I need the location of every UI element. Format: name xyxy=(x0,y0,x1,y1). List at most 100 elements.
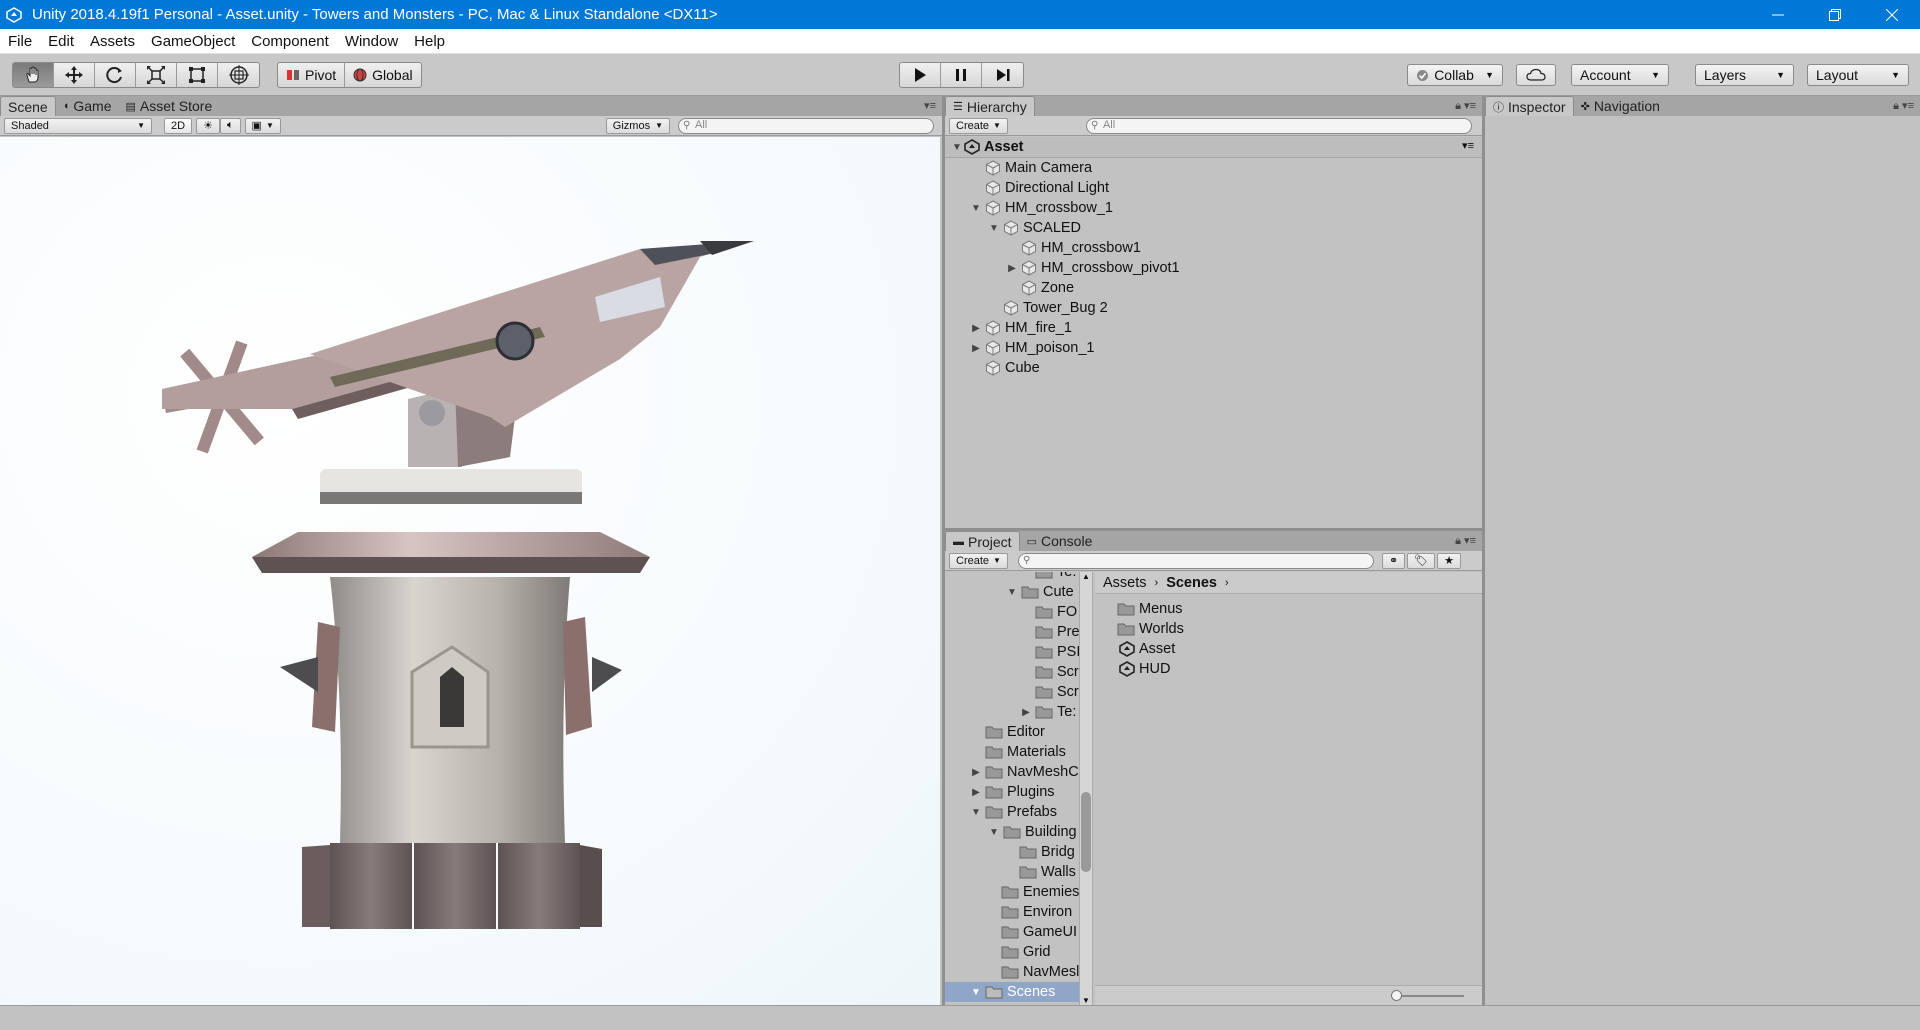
menu-edit[interactable]: Edit xyxy=(40,33,82,50)
tab-hierarchy[interactable]: ☰ Hierarchy xyxy=(945,96,1035,116)
hierarchy-item[interactable]: Cube xyxy=(985,358,1040,378)
lighting-toggle[interactable]: ☀ xyxy=(196,117,220,134)
panel-menu-icon[interactable]: ▾≡ xyxy=(924,99,936,112)
hierarchy-item[interactable]: ▼ SCALED xyxy=(985,218,1081,238)
lock-icon[interactable]: 🔒︎ ▾≡ xyxy=(1455,99,1476,113)
asset-item[interactable]: HUD xyxy=(1119,659,1170,679)
folder-tree-item-selected[interactable]: ▼ Scenes xyxy=(945,982,1079,1002)
expanded-arrow-icon[interactable]: ▼ xyxy=(967,807,985,818)
menu-component[interactable]: Component xyxy=(243,33,337,50)
folder-tree-item[interactable]: Editor xyxy=(985,722,1045,742)
close-button[interactable] xyxy=(1863,0,1920,29)
folder-tree-item[interactable]: Bridg xyxy=(1019,842,1075,862)
folder-tree-item[interactable]: ▼ Prefabs xyxy=(967,802,1057,822)
folder-tree-item[interactable]: ▶ Plugins xyxy=(967,782,1054,802)
scene-search-input[interactable]: ⚲ All xyxy=(678,117,934,134)
hierarchy-item[interactable]: Main Camera xyxy=(985,158,1092,178)
asset-item[interactable]: Worlds xyxy=(1117,619,1184,639)
folder-tree-scrollbar[interactable]: ▲ ▼ xyxy=(1079,572,1093,1005)
restore-button[interactable] xyxy=(1806,0,1863,29)
folder-tree-item[interactable]: NavMesl xyxy=(1001,962,1079,982)
scroll-up-icon[interactable]: ▲ xyxy=(1082,572,1090,581)
gizmos-dropdown[interactable]: Gizmos ▼ xyxy=(605,117,670,134)
rect-tool-button[interactable] xyxy=(177,63,218,87)
filter-by-type-button[interactable]: ⚭ xyxy=(1381,552,1406,569)
tab-console[interactable]: ▭ Console xyxy=(1020,531,1100,551)
folder-tree-item[interactable]: Materials xyxy=(985,742,1066,762)
tab-game[interactable]: ◖ Game xyxy=(56,96,119,116)
asset-item[interactable]: Asset xyxy=(1119,639,1175,659)
scene-menu-icon[interactable]: ▾≡ xyxy=(1462,139,1474,152)
collapsed-arrow-icon[interactable]: ▶ xyxy=(1017,707,1035,718)
expanded-arrow-icon[interactable]: ▼ xyxy=(967,203,985,214)
favorites-button[interactable]: ★ xyxy=(1437,552,1462,569)
tab-inspector[interactable]: ⓘ Inspector xyxy=(1485,96,1574,116)
hierarchy-item[interactable]: Zone xyxy=(1021,278,1074,298)
expanded-arrow-icon[interactable]: ▼ xyxy=(985,827,1003,838)
transform-tool-button[interactable] xyxy=(218,63,259,87)
icon-size-slider[interactable] xyxy=(1396,995,1464,997)
folder-tree-item[interactable]: ▶ NavMeshC xyxy=(967,762,1079,782)
folder-tree-item[interactable]: Enemies xyxy=(1001,882,1079,902)
global-button[interactable]: Global xyxy=(345,63,420,87)
hand-tool-button[interactable] xyxy=(13,63,54,87)
folder-tree-item[interactable]: Grid xyxy=(1001,942,1050,962)
tab-navigation[interactable]: ✜ Navigation xyxy=(1574,96,1667,116)
pivot-button[interactable]: Pivot xyxy=(278,63,346,87)
folder-tree-item[interactable]: Environ xyxy=(1001,902,1072,922)
scrollbar-thumb[interactable] xyxy=(1081,792,1091,872)
expanded-arrow-icon[interactable]: ▼ xyxy=(1003,587,1021,598)
folder-tree-item[interactable]: Scr xyxy=(1035,662,1079,682)
expanded-arrow-icon[interactable]: ▼ xyxy=(950,142,964,153)
folder-tree-item[interactable]: GameUI xyxy=(1001,922,1077,942)
scene-viewport[interactable] xyxy=(0,137,940,1005)
step-button[interactable] xyxy=(982,63,1023,87)
menu-gameobject[interactable]: GameObject xyxy=(143,33,243,50)
folder-tree-item[interactable]: FO xyxy=(1035,602,1077,622)
project-create-dropdown[interactable]: Create ▼ xyxy=(949,552,1008,569)
scroll-down-icon[interactable]: ▼ xyxy=(1082,996,1090,1005)
breadcrumb-assets[interactable]: Assets xyxy=(1103,575,1147,591)
tab-project[interactable]: ▬ Project xyxy=(945,531,1020,551)
slider-handle[interactable] xyxy=(1391,990,1402,1001)
expanded-arrow-icon[interactable]: ▼ xyxy=(985,223,1003,234)
folder-tree-item[interactable]: Pre xyxy=(1035,622,1079,642)
move-tool-button[interactable] xyxy=(54,63,95,87)
2d-toggle[interactable]: 2D xyxy=(164,117,193,134)
hierarchy-item[interactable]: ▶ HM_fire_1 xyxy=(967,318,1072,338)
minimize-button[interactable] xyxy=(1749,0,1806,29)
hierarchy-create-dropdown[interactable]: Create ▼ xyxy=(949,117,1008,134)
layout-dropdown[interactable]: Layout ▼ xyxy=(1807,64,1909,86)
folder-tree-item[interactable]: ▼ Cute xyxy=(1003,582,1074,602)
expanded-arrow-icon[interactable]: ▼ xyxy=(967,987,985,998)
rotate-tool-button[interactable] xyxy=(95,63,136,87)
pause-button[interactable] xyxy=(941,63,982,87)
breadcrumb-scenes[interactable]: Scenes xyxy=(1166,575,1217,591)
tab-asset-store[interactable]: ▤ Asset Store xyxy=(118,96,219,116)
folder-tree-item[interactable]: Scr xyxy=(1035,682,1079,702)
lock-icon[interactable]: 🔒︎ ▾≡ xyxy=(1455,534,1476,548)
audio-toggle[interactable]: 🔈︎ xyxy=(219,117,241,134)
folder-tree-item[interactable]: ▼ Building xyxy=(985,822,1077,842)
menu-window[interactable]: Window xyxy=(337,33,406,50)
hierarchy-item[interactable]: ▶ HM_crossbow_pivot1 xyxy=(1003,258,1179,278)
project-search-input[interactable]: ⚲ xyxy=(1017,552,1374,569)
menu-help[interactable]: Help xyxy=(406,33,453,50)
collapsed-arrow-icon[interactable]: ▶ xyxy=(967,767,985,778)
collapsed-arrow-icon[interactable]: ▶ xyxy=(967,323,985,334)
asset-item[interactable]: Menus xyxy=(1117,599,1183,619)
hierarchy-item[interactable]: Tower_Bug 2 xyxy=(1003,298,1108,318)
layers-dropdown[interactable]: Layers ▼ xyxy=(1695,64,1794,86)
scene-header-row[interactable]: ▼ Asset ▾≡ xyxy=(945,137,1482,158)
hierarchy-search-input[interactable]: ⚲ All xyxy=(1085,117,1472,134)
collab-dropdown[interactable]: Collab ▼ xyxy=(1407,64,1503,86)
menu-file[interactable]: File xyxy=(0,33,40,50)
account-dropdown[interactable]: Account ▼ xyxy=(1571,64,1669,86)
play-button[interactable] xyxy=(900,63,941,87)
folder-tree-item[interactable]: PSI xyxy=(1035,642,1079,662)
collapsed-arrow-icon[interactable]: ▶ xyxy=(967,787,985,798)
menu-assets[interactable]: Assets xyxy=(82,33,143,50)
hierarchy-item[interactable]: ▶ HM_poison_1 xyxy=(967,338,1094,358)
folder-tree-item[interactable]: ▶ Te: xyxy=(1017,702,1076,722)
folder-tree-item[interactable]: Walls xyxy=(1019,862,1076,882)
